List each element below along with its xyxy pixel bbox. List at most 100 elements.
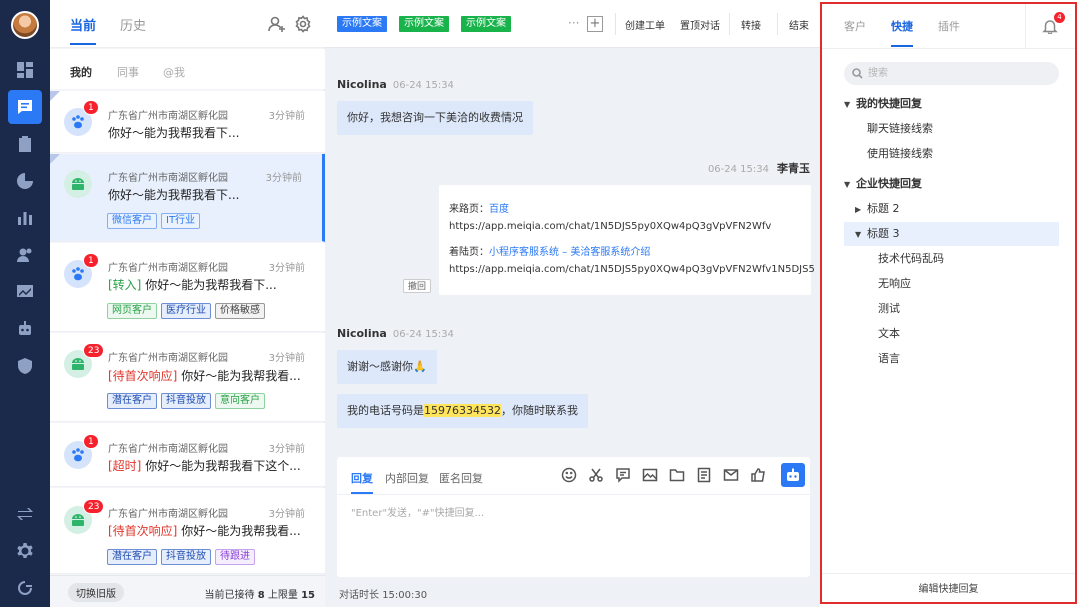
smile-icon[interactable] <box>561 467 579 485</box>
message-prefix: [超时] <box>108 459 142 473</box>
image-icon[interactable] <box>642 467 660 485</box>
tree-folder-title-2[interactable]: ▶ 标题 2 <box>822 197 1075 221</box>
tree-label: 标题 3 <box>867 227 900 240</box>
tab-customer[interactable]: 客户 <box>844 18 866 34</box>
sender-name-text: Nicolina <box>337 327 387 340</box>
conversation-item[interactable]: 23 广东省广州市南湖区孵化园 3分钟前 [待首次响应] 你好～能为我帮我看..… <box>50 488 325 574</box>
tag: IT行业 <box>161 213 201 229</box>
message-bubble: 我的电话号码是15976334532，你随时联系我 <box>337 394 588 428</box>
sample-copy-chip[interactable]: 示例文案 <box>337 16 387 32</box>
tree-item[interactable]: 文本 <box>822 322 1075 346</box>
robot-assist-button[interactable] <box>781 463 805 487</box>
tree-item[interactable]: 聊天链接线索 <box>822 117 1075 141</box>
nav-rail <box>0 0 50 607</box>
tree-item[interactable]: 测试 <box>822 297 1075 321</box>
nav-switch[interactable] <box>0 496 50 532</box>
thumbs-up-icon[interactable] <box>750 467 768 485</box>
dashboard-icon <box>17 62 33 78</box>
nav-customers[interactable] <box>0 237 50 273</box>
nav-tickets[interactable] <box>0 126 50 162</box>
tree-folder-title-3[interactable]: ▼ 标题 3 <box>844 222 1059 246</box>
landing-page-link[interactable]: 小程序客服系统 – 美洽客服系统介绍 <box>489 247 650 258</box>
transfer-button[interactable]: 转接 <box>741 17 761 32</box>
tree-item[interactable]: 技术代码乱码 <box>822 247 1075 271</box>
divider <box>615 13 616 35</box>
sample-copy-chip[interactable]: 示例文案 <box>399 16 449 32</box>
nav-logout[interactable] <box>0 570 50 606</box>
limit-label: 上限量 <box>267 590 298 601</box>
end-conversation-button[interactable]: 结束 <box>789 17 809 32</box>
comment-icon[interactable] <box>615 467 633 485</box>
phone-number-highlight[interactable]: 15976334532 <box>424 404 501 417</box>
more-chips-button[interactable]: ··· <box>568 16 579 30</box>
tree-item[interactable]: 语言 <box>822 347 1075 371</box>
nav-security[interactable] <box>0 348 50 384</box>
limit-count: 15 <box>301 590 315 601</box>
message-time: 06-24 15:34 <box>707 164 769 175</box>
landing-page-row: 着陆页：小程序客服系统 – 美洽客服系统介绍 <box>449 243 650 258</box>
sender-name-text: Nicolina <box>337 78 387 91</box>
scissors-icon[interactable] <box>588 467 606 485</box>
nav-dashboard[interactable] <box>0 52 50 88</box>
android-icon <box>72 514 84 526</box>
recall-button[interactable]: 撤回 <box>403 279 432 293</box>
tree-item[interactable]: 使用链接线索 <box>822 142 1075 166</box>
nav-monitor[interactable] <box>0 274 50 310</box>
collapse-arrow-icon: ▼ <box>855 230 862 239</box>
source-page-link[interactable]: 百度 <box>489 204 509 215</box>
document-icon[interactable] <box>696 467 714 485</box>
conversation-item[interactable]: 1 广东省广州市南湖区孵化园 3分钟前 [转入] 你好～能为我帮我看下... 网… <box>50 243 325 332</box>
tree-group-my-replies[interactable]: ▼ 我的快捷回复 <box>822 92 1075 116</box>
add-user-icon[interactable] <box>268 15 286 33</box>
quick-reply-panel: 客户 快捷 插件 4 ▼ 我的快捷回复 聊天链接线索 使用链接线索 ▼ 企业快捷回复… <box>820 2 1077 604</box>
message-input[interactable]: "Enter"发送，"#"快捷回复... <box>351 504 484 519</box>
user-avatar[interactable] <box>11 11 39 39</box>
sub-tab-mine[interactable]: 我的 <box>70 64 92 80</box>
android-icon <box>72 358 84 370</box>
tab-quick-reply[interactable]: 快捷 <box>891 18 913 47</box>
nav-reports[interactable] <box>0 200 50 236</box>
tab-current[interactable]: 当前 <box>70 15 97 45</box>
search-icon <box>852 68 863 79</box>
paw-icon <box>72 448 84 462</box>
nav-chat[interactable] <box>0 89 50 125</box>
source-page-row: 来路页：百度 <box>449 200 509 215</box>
conversation-item-selected[interactable]: 广东省广州市南湖区孵化园 3分钟前 你好～能为我帮我看下... 微信客户 IT行… <box>50 154 325 242</box>
tree-item[interactable]: 无响应 <box>822 272 1075 296</box>
nav-robot[interactable] <box>0 311 50 347</box>
message-text: 你好～能为我帮我看下这个... <box>145 459 301 473</box>
mail-icon[interactable] <box>723 467 741 485</box>
conversation-item[interactable]: 23 广东省广州市南湖区孵化园 3分钟前 [待首次响应] 你好～能为我帮我看..… <box>50 333 325 422</box>
divider <box>337 494 810 495</box>
create-ticket-button[interactable]: 创建工单 <box>625 17 665 32</box>
tab-plugins[interactable]: 插件 <box>938 18 960 34</box>
tag: 潜在客户 <box>107 549 157 565</box>
tab-anonymous-reply[interactable]: 匿名回复 <box>439 470 483 486</box>
conversation-item[interactable]: 1 广东省广州市南湖区孵化园 3分钟前 你好～能为我帮我看下... <box>50 91 325 153</box>
tab-reply[interactable]: 回复 <box>351 470 373 494</box>
conversation-item[interactable]: 1 广东省广州市南湖区孵化园 3分钟前 [超时] 你好～能为我帮我看下这个... <box>50 423 325 487</box>
tag: 微信客户 <box>107 213 157 229</box>
tag: 网页客户 <box>107 303 157 319</box>
nav-statistics[interactable] <box>0 163 50 199</box>
tree-group-enterprise-replies[interactable]: ▼ 企业快捷回复 <box>822 172 1075 196</box>
switch-old-version-button[interactable]: 切换旧版 <box>68 583 124 602</box>
sub-tab-colleagues[interactable]: 同事 <box>117 64 139 80</box>
landing-page-label: 着陆页： <box>449 247 489 258</box>
notification-badge: 4 <box>1054 12 1065 23</box>
add-chip-button[interactable]: + <box>587 16 603 32</box>
edit-quick-reply-button[interactable]: 编辑快捷回复 <box>822 573 1075 604</box>
conversation-message: [待首次响应] 你好～能为我帮我看... <box>108 367 308 384</box>
tab-internal-reply[interactable]: 内部回复 <box>385 470 429 486</box>
tree-label: 我的快捷回复 <box>856 97 922 110</box>
sub-tab-mentions[interactable]: @我 <box>163 64 185 80</box>
nav-settings[interactable] <box>0 533 50 569</box>
sample-copy-chip[interactable]: 示例文案 <box>461 16 511 32</box>
folder-icon[interactable] <box>669 467 687 485</box>
pin-conversation-button[interactable]: 置顶对话 <box>680 17 720 32</box>
settings-icon[interactable] <box>294 15 312 33</box>
search-input[interactable] <box>868 66 1048 81</box>
tab-history[interactable]: 历史 <box>120 15 146 34</box>
corner-marker <box>50 154 60 164</box>
divider <box>777 13 778 35</box>
